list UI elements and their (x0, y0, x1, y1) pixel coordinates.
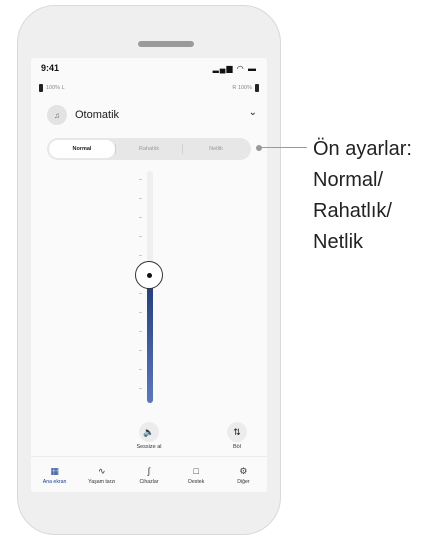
bottom-tab-bar: ▦ Ana ekran ∿ Yaşam tarzı ∫ Cihazlar □ D… (31, 456, 267, 492)
tab-label: Yaşam tarzı (88, 479, 116, 485)
volume-tick (139, 179, 142, 180)
program-selector[interactable]: ♫ Otomatik ⌄ (47, 103, 257, 127)
callout-line: Rahatlık/ (313, 200, 392, 222)
activity-icon: ∿ (98, 466, 106, 476)
callout-line: Normal/ (313, 169, 384, 191)
battery-left-label: 100% L (46, 85, 65, 91)
volume-tick (139, 198, 142, 199)
mute-button[interactable]: 🔈 (139, 422, 159, 442)
volume-tick (139, 369, 142, 370)
battery-right-icon (255, 84, 259, 92)
app-screen: 9:41 ▂▄▆ ◠ ▬ 100% L R 100% ♫ Otomatik ⌄ … (31, 58, 267, 492)
preset-segmented-control: Normal Rahatlık Netlik (47, 138, 251, 160)
battery-right-label: R 100% (232, 85, 252, 91)
status-time: 9:41 (41, 63, 60, 73)
volume-tick (139, 331, 142, 332)
status-bar: 9:41 ▂▄▆ ◠ ▬ (31, 58, 267, 80)
tab-label: Ana ekran (42, 479, 67, 485)
preset-callout: Ön ayarlar: Normal/ Rahatlık/ Netlik (313, 134, 445, 258)
phone-speaker (138, 41, 194, 47)
system-icons: ▂▄▆ ◠ ▬ (212, 64, 257, 73)
volume-slider-handle[interactable] (135, 261, 163, 289)
tab-yasam-tarzi[interactable]: ∿ Yaşam tarzı (78, 457, 125, 492)
callout-line: Netlik (313, 231, 364, 253)
battery-left: 100% L (39, 84, 65, 92)
chat-icon: □ (193, 466, 199, 476)
battery-right: R 100% (232, 84, 259, 92)
tab-diger[interactable]: ⚙ Diğer (220, 457, 267, 492)
volume-tick (139, 255, 142, 256)
program-icon: ♫ (47, 105, 67, 125)
callout-leader-line (261, 147, 307, 148)
volume-tick (139, 293, 142, 294)
callout-anchor-dot (256, 145, 262, 151)
callout-line: Ön ayarlar: (313, 138, 412, 160)
tab-destek[interactable]: □ Destek (173, 457, 220, 492)
tab-cihazlar[interactable]: ∫ Cihazlar (125, 457, 172, 492)
battery-left-icon (39, 84, 43, 92)
volume-handle-dot (146, 272, 152, 278)
volume-tick (139, 217, 142, 218)
volume-tick (139, 388, 142, 389)
hearing-aid-icon: ∫ (147, 466, 151, 476)
split-icon: ⇅ (233, 426, 241, 437)
volume-tick (139, 312, 142, 313)
volume-tick (139, 350, 142, 351)
mute-label: Sessize al (136, 444, 162, 450)
grid-icon: ▦ (50, 466, 59, 476)
chevron-down-icon[interactable]: ⌄ (249, 107, 257, 118)
preset-rahatlik[interactable]: Rahatlık (116, 140, 182, 158)
tab-label: Diğer (237, 479, 250, 485)
tab-label: Cihazlar (139, 479, 159, 485)
speaker-icon: 🔈 (143, 426, 155, 437)
preset-normal[interactable]: Normal (49, 140, 115, 158)
split-button[interactable]: ⇅ (227, 422, 247, 442)
program-name: Otomatik (75, 109, 120, 121)
volume-tick (139, 236, 142, 237)
tab-ana-ekran[interactable]: ▦ Ana ekran (31, 457, 78, 492)
preset-netlik[interactable]: Netlik (183, 140, 249, 158)
volume-slider-fill (147, 275, 153, 403)
tab-label: Destek (188, 479, 205, 485)
gear-icon: ⚙ (239, 466, 248, 476)
split-label: Böl (233, 444, 241, 450)
